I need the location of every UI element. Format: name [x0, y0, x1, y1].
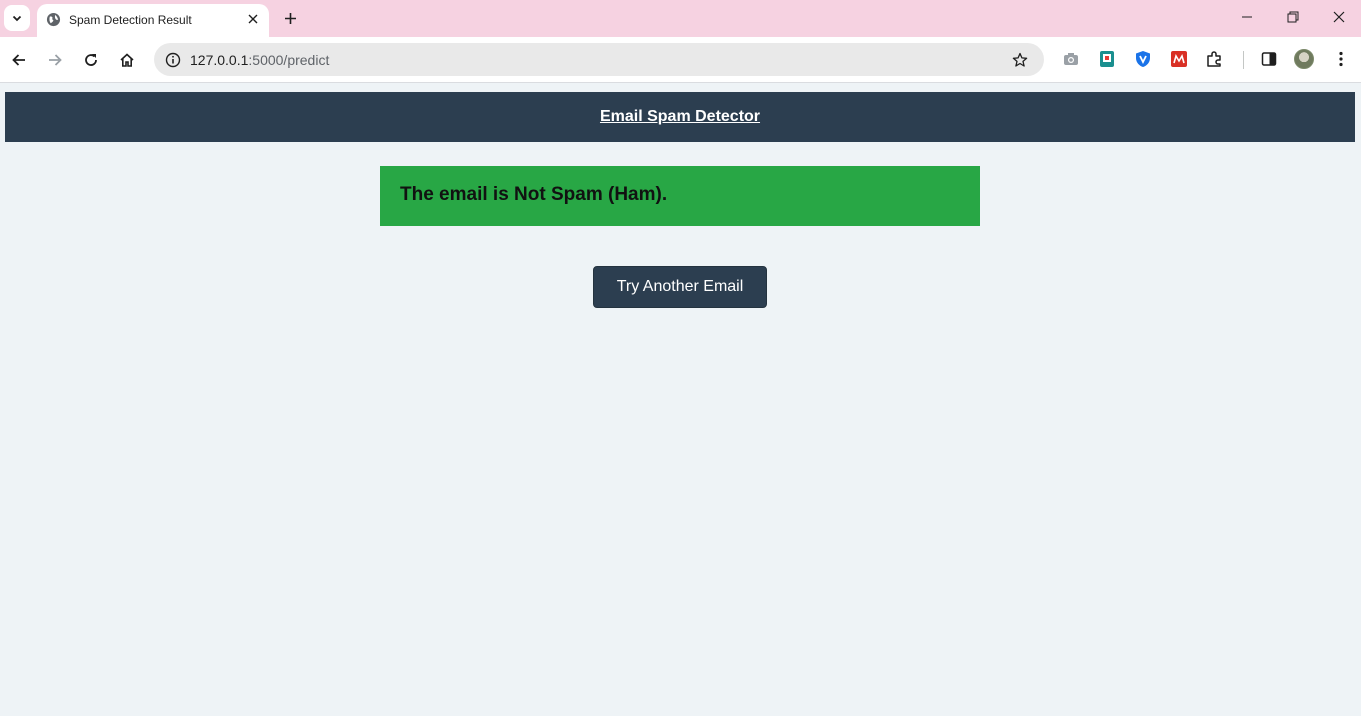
- red-extension-icon: [1171, 51, 1187, 67]
- home-icon: [120, 53, 134, 67]
- forward-arrow-icon: [49, 54, 62, 66]
- extension-red-button[interactable]: [1169, 49, 1189, 69]
- puzzle-icon: [1207, 51, 1221, 67]
- reload-button[interactable]: [77, 46, 105, 74]
- side-panel-button[interactable]: [1259, 49, 1279, 69]
- close-icon: [248, 14, 258, 24]
- globe-icon: [46, 12, 61, 27]
- tab-search-button[interactable]: [4, 5, 30, 31]
- chevron-down-icon: [12, 15, 22, 22]
- plus-icon: [284, 12, 296, 24]
- info-icon: [165, 52, 181, 68]
- tab-title: Spam Detection Result: [69, 13, 192, 27]
- reload-icon: [85, 54, 97, 66]
- kebab-menu-icon: [1339, 51, 1343, 67]
- profile-avatar[interactable]: [1294, 49, 1314, 69]
- star-icon: [1012, 52, 1028, 67]
- url-host: 127.0.0.1: [190, 52, 249, 68]
- url-path: :5000/predict: [248, 52, 330, 68]
- translate-extension-icon: [1100, 51, 1114, 67]
- extension-shield-button[interactable]: [1133, 49, 1153, 69]
- bookmark-button[interactable]: [1008, 48, 1032, 72]
- side-panel-icon: [1261, 52, 1277, 66]
- toolbar-divider: [1243, 51, 1244, 69]
- extensions-menu-button[interactable]: [1205, 49, 1225, 69]
- site-title-link[interactable]: Email Spam Detector: [600, 108, 760, 126]
- forward-button[interactable]: [41, 46, 69, 74]
- result-message: The email is Not Spam (Ham).: [400, 184, 668, 205]
- browser-toolbar: 127.0.0.1:5000/predict: [0, 37, 1361, 83]
- tab-strip: Spam Detection Result: [0, 0, 1361, 37]
- minimize-button[interactable]: [1224, 0, 1270, 34]
- address-bar[interactable]: 127.0.0.1:5000/predict: [154, 43, 1044, 76]
- try-another-email-button[interactable]: Try Another Email: [593, 266, 767, 308]
- site-info-button[interactable]: [161, 48, 185, 72]
- restore-button[interactable]: [1270, 0, 1316, 34]
- camera-icon: [1064, 53, 1078, 65]
- camera-extension-button[interactable]: [1061, 49, 1081, 69]
- extension-translate-button[interactable]: [1097, 49, 1117, 69]
- tab-close-button[interactable]: [244, 10, 262, 28]
- back-arrow-icon: [12, 54, 25, 66]
- shield-icon: [1136, 51, 1150, 67]
- browser-menu-button[interactable]: [1331, 49, 1351, 69]
- new-tab-button[interactable]: [279, 7, 301, 29]
- restore-icon: [1287, 11, 1299, 23]
- back-button[interactable]: [5, 46, 33, 74]
- home-button[interactable]: [113, 46, 141, 74]
- minimize-icon: [1242, 16, 1252, 18]
- result-banner: The email is Not Spam (Ham).: [380, 166, 980, 226]
- site-header: Email Spam Detector: [5, 92, 1355, 142]
- close-icon: [1333, 11, 1345, 23]
- close-window-button[interactable]: [1316, 0, 1361, 34]
- url-text: 127.0.0.1:5000/predict: [190, 52, 329, 68]
- active-tab[interactable]: Spam Detection Result: [37, 4, 269, 37]
